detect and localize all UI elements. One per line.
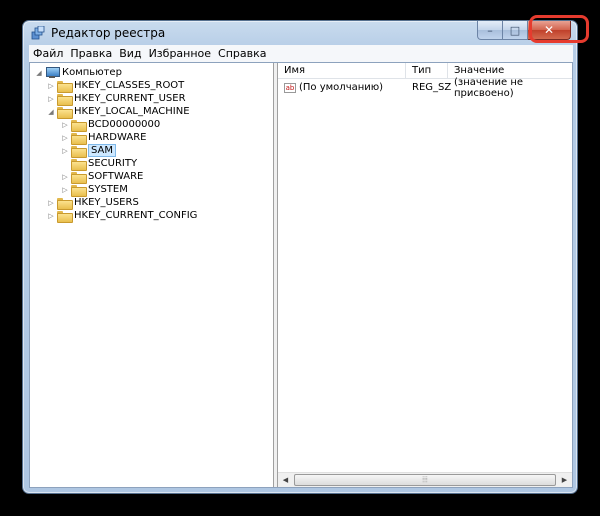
tree-item-hardware[interactable]: ▷ HARDWARE <box>60 131 147 145</box>
registry-editor-icon <box>31 26 45 40</box>
tree-item-hkey-local-machine[interactable]: ◢ HKEY_LOCAL_MACHINE <box>46 105 190 119</box>
folder-icon <box>57 197 73 210</box>
tree-item-security[interactable]: SECURITY <box>60 157 138 171</box>
ab-string-icon: ab <box>284 82 296 93</box>
folder-icon <box>71 145 87 158</box>
tree-label: HKEY_CLASSES_ROOT <box>74 80 185 91</box>
menu-file[interactable]: Файл <box>33 47 63 60</box>
tree-label: HKEY_CURRENT_CONFIG <box>74 210 198 221</box>
collapse-toggle-icon[interactable]: ▷ <box>46 95 56 103</box>
collapse-toggle-icon[interactable]: ▷ <box>46 212 56 220</box>
tree-label: BCD00000000 <box>88 119 161 130</box>
tree-label: SECURITY <box>88 158 138 169</box>
minimize-icon: – <box>487 23 493 37</box>
folder-icon <box>57 210 73 223</box>
expand-toggle-icon[interactable]: ◢ <box>46 108 56 116</box>
list-item[interactable]: ab (По умолчанию) REG_SZ (значение не пр… <box>278 77 572 99</box>
folder-icon <box>71 119 87 132</box>
collapse-toggle-icon[interactable]: ▷ <box>60 173 70 181</box>
values-list[interactable]: Имя Тип Значение ab (По умолчанию) REG_S… <box>278 63 572 487</box>
menu-help[interactable]: Справка <box>218 47 266 60</box>
tree-label: HKEY_CURRENT_USER <box>74 93 186 104</box>
minimize-button[interactable]: – <box>477 21 503 40</box>
tree-item-software[interactable]: ▷ SOFTWARE <box>60 170 144 184</box>
registry-editor-window: Редактор реестра – □ ✕ Файл Правка Вид И… <box>22 20 578 494</box>
folder-icon <box>57 80 73 93</box>
scroll-thumb[interactable]: ⦙⦙⦙ <box>294 474 556 486</box>
folder-icon <box>57 93 73 106</box>
scroll-left-icon[interactable]: ◀ <box>278 473 293 488</box>
horizontal-scrollbar[interactable]: ◀ ⦙⦙⦙ ▶ <box>278 472 572 487</box>
tree-item-system[interactable]: ▷ SYSTEM <box>60 183 128 197</box>
registry-tree[interactable]: ◢ Компьютер ▷ HKEY_CLASSES_ROOT ▷ HKEY_C… <box>30 63 274 487</box>
folder-icon <box>71 184 87 197</box>
tree-item-computer[interactable]: ◢ Компьютер <box>34 66 122 79</box>
tree-item-sam[interactable]: ▷ SAM <box>60 144 117 158</box>
tree-item-hkey-current-config[interactable]: ▷ HKEY_CURRENT_CONFIG <box>46 209 198 223</box>
collapse-toggle-icon[interactable]: ▷ <box>46 82 56 90</box>
tree-item-hkey-current-user[interactable]: ▷ HKEY_CURRENT_USER <box>46 92 186 106</box>
tree-label-selected: SAM <box>88 144 117 157</box>
folder-open-icon <box>57 106 73 119</box>
tree-label: HKEY_LOCAL_MACHINE <box>74 106 190 117</box>
menu-favorites[interactable]: Избранное <box>149 47 211 60</box>
client-area: ◢ Компьютер ▷ HKEY_CLASSES_ROOT ▷ HKEY_C… <box>29 62 573 488</box>
close-button-highlight <box>529 15 589 43</box>
value-data: (значение не присвоено) <box>454 76 524 99</box>
menu-view[interactable]: Вид <box>119 47 141 60</box>
collapse-toggle-icon[interactable]: ▷ <box>60 186 70 194</box>
cell-name: ab (По умолчанию) <box>278 82 406 93</box>
title-bar[interactable]: Редактор реестра – □ ✕ <box>23 21 577 45</box>
computer-icon <box>45 67 60 78</box>
window-title: Редактор реестра <box>51 26 166 40</box>
tree-label: SOFTWARE <box>88 171 144 182</box>
tree-item-hkey-classes-root[interactable]: ▷ HKEY_CLASSES_ROOT <box>46 79 185 93</box>
scroll-right-icon[interactable]: ▶ <box>557 473 572 488</box>
value-type: REG_SZ <box>412 82 452 93</box>
collapse-toggle-icon[interactable]: ▷ <box>46 199 56 207</box>
tree-label: HARDWARE <box>88 132 147 143</box>
column-header-type[interactable]: Тип <box>406 63 448 78</box>
folder-icon <box>71 171 87 184</box>
tree-item-hkey-users[interactable]: ▷ HKEY_USERS <box>46 196 139 210</box>
collapse-toggle-icon[interactable]: ▷ <box>60 147 70 155</box>
value-name: (По умолчанию) <box>299 82 384 93</box>
folder-icon <box>71 158 87 171</box>
collapse-toggle-icon[interactable]: ▷ <box>60 121 70 129</box>
tree-label: SYSTEM <box>88 184 128 195</box>
tree-label: HKEY_USERS <box>74 197 139 208</box>
menu-bar: Файл Правка Вид Избранное Справка <box>29 45 573 62</box>
maximize-button[interactable]: □ <box>503 21 528 40</box>
menu-edit[interactable]: Правка <box>70 47 112 60</box>
maximize-icon: □ <box>509 23 521 37</box>
tree-label: Компьютер <box>62 67 122 78</box>
collapse-toggle-icon[interactable]: ▷ <box>60 134 70 142</box>
tree-item-bcd[interactable]: ▷ BCD00000000 <box>60 118 161 132</box>
column-header-name[interactable]: Имя <box>278 63 406 78</box>
expand-toggle-icon[interactable]: ◢ <box>34 69 44 77</box>
folder-icon <box>71 132 87 145</box>
